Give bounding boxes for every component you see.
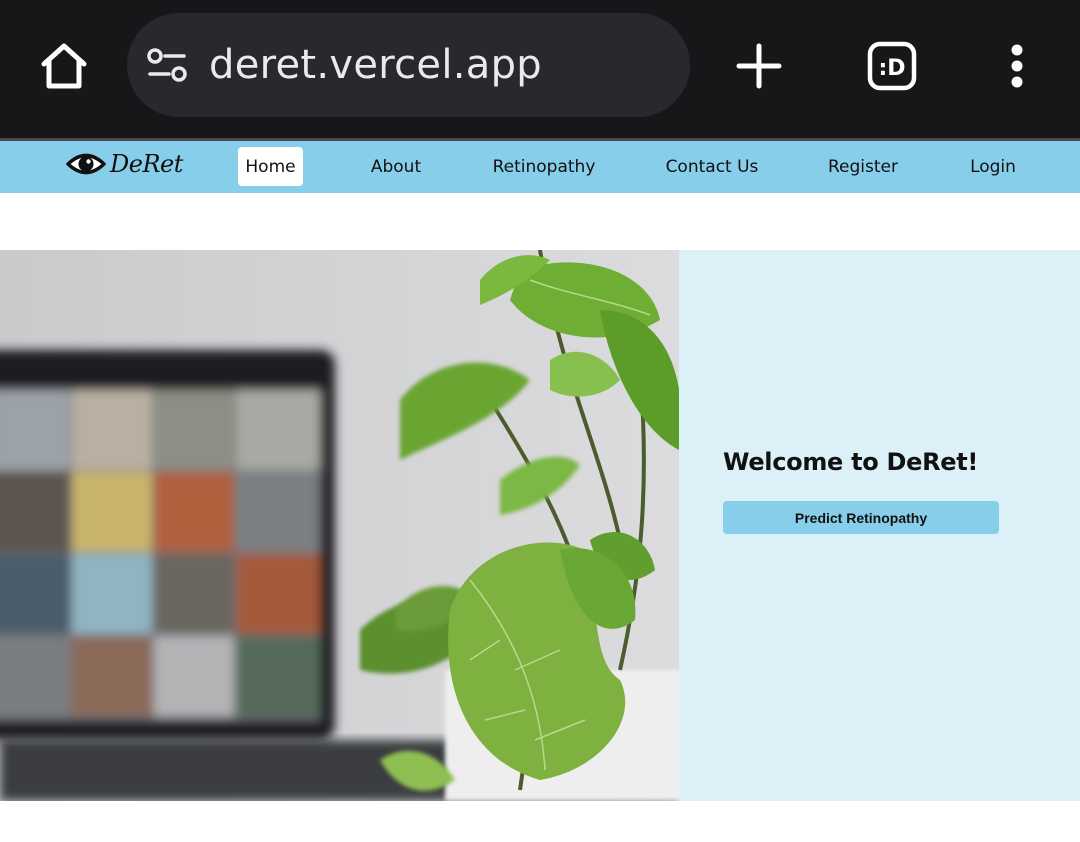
hero-title: Welcome to DeRet! (723, 448, 979, 476)
site-navbar: DeRet Home About Retinopathy Contact Us … (0, 141, 1080, 193)
nav-contact-us[interactable]: Contact Us (660, 147, 764, 186)
new-tab-button[interactable] (729, 36, 789, 96)
eye-icon (66, 153, 106, 175)
browser-menu-button[interactable] (997, 36, 1037, 96)
more-vert-icon (1011, 44, 1023, 88)
plus-icon (736, 43, 782, 89)
brand-logo[interactable]: DeRet (66, 149, 183, 179)
nav-retinopathy[interactable]: Retinopathy (490, 147, 598, 186)
site-info-button[interactable] (145, 43, 189, 87)
url-text[interactable]: deret.vercel.app (209, 42, 542, 88)
hero-image (0, 250, 679, 801)
extension-label: :D (878, 56, 905, 81)
tune-icon (147, 48, 187, 82)
brand-name: DeRet (110, 150, 183, 178)
address-bar[interactable]: deret.vercel.app (127, 13, 690, 117)
browser-toolbar: deret.vercel.app :D (0, 0, 1080, 138)
extension-d-icon: :D (867, 41, 917, 91)
predict-retinopathy-button[interactable]: Predict Retinopathy (723, 501, 999, 534)
home-icon (41, 43, 87, 89)
nav-about[interactable]: About (360, 147, 432, 186)
nav-home[interactable]: Home (238, 147, 303, 186)
home-button[interactable] (34, 36, 94, 96)
extension-button[interactable]: :D (862, 36, 922, 96)
hero-panel: Welcome to DeRet! Predict Retinopathy (679, 250, 1080, 801)
nav-register[interactable]: Register (823, 147, 903, 186)
nav-login[interactable]: Login (962, 147, 1024, 186)
